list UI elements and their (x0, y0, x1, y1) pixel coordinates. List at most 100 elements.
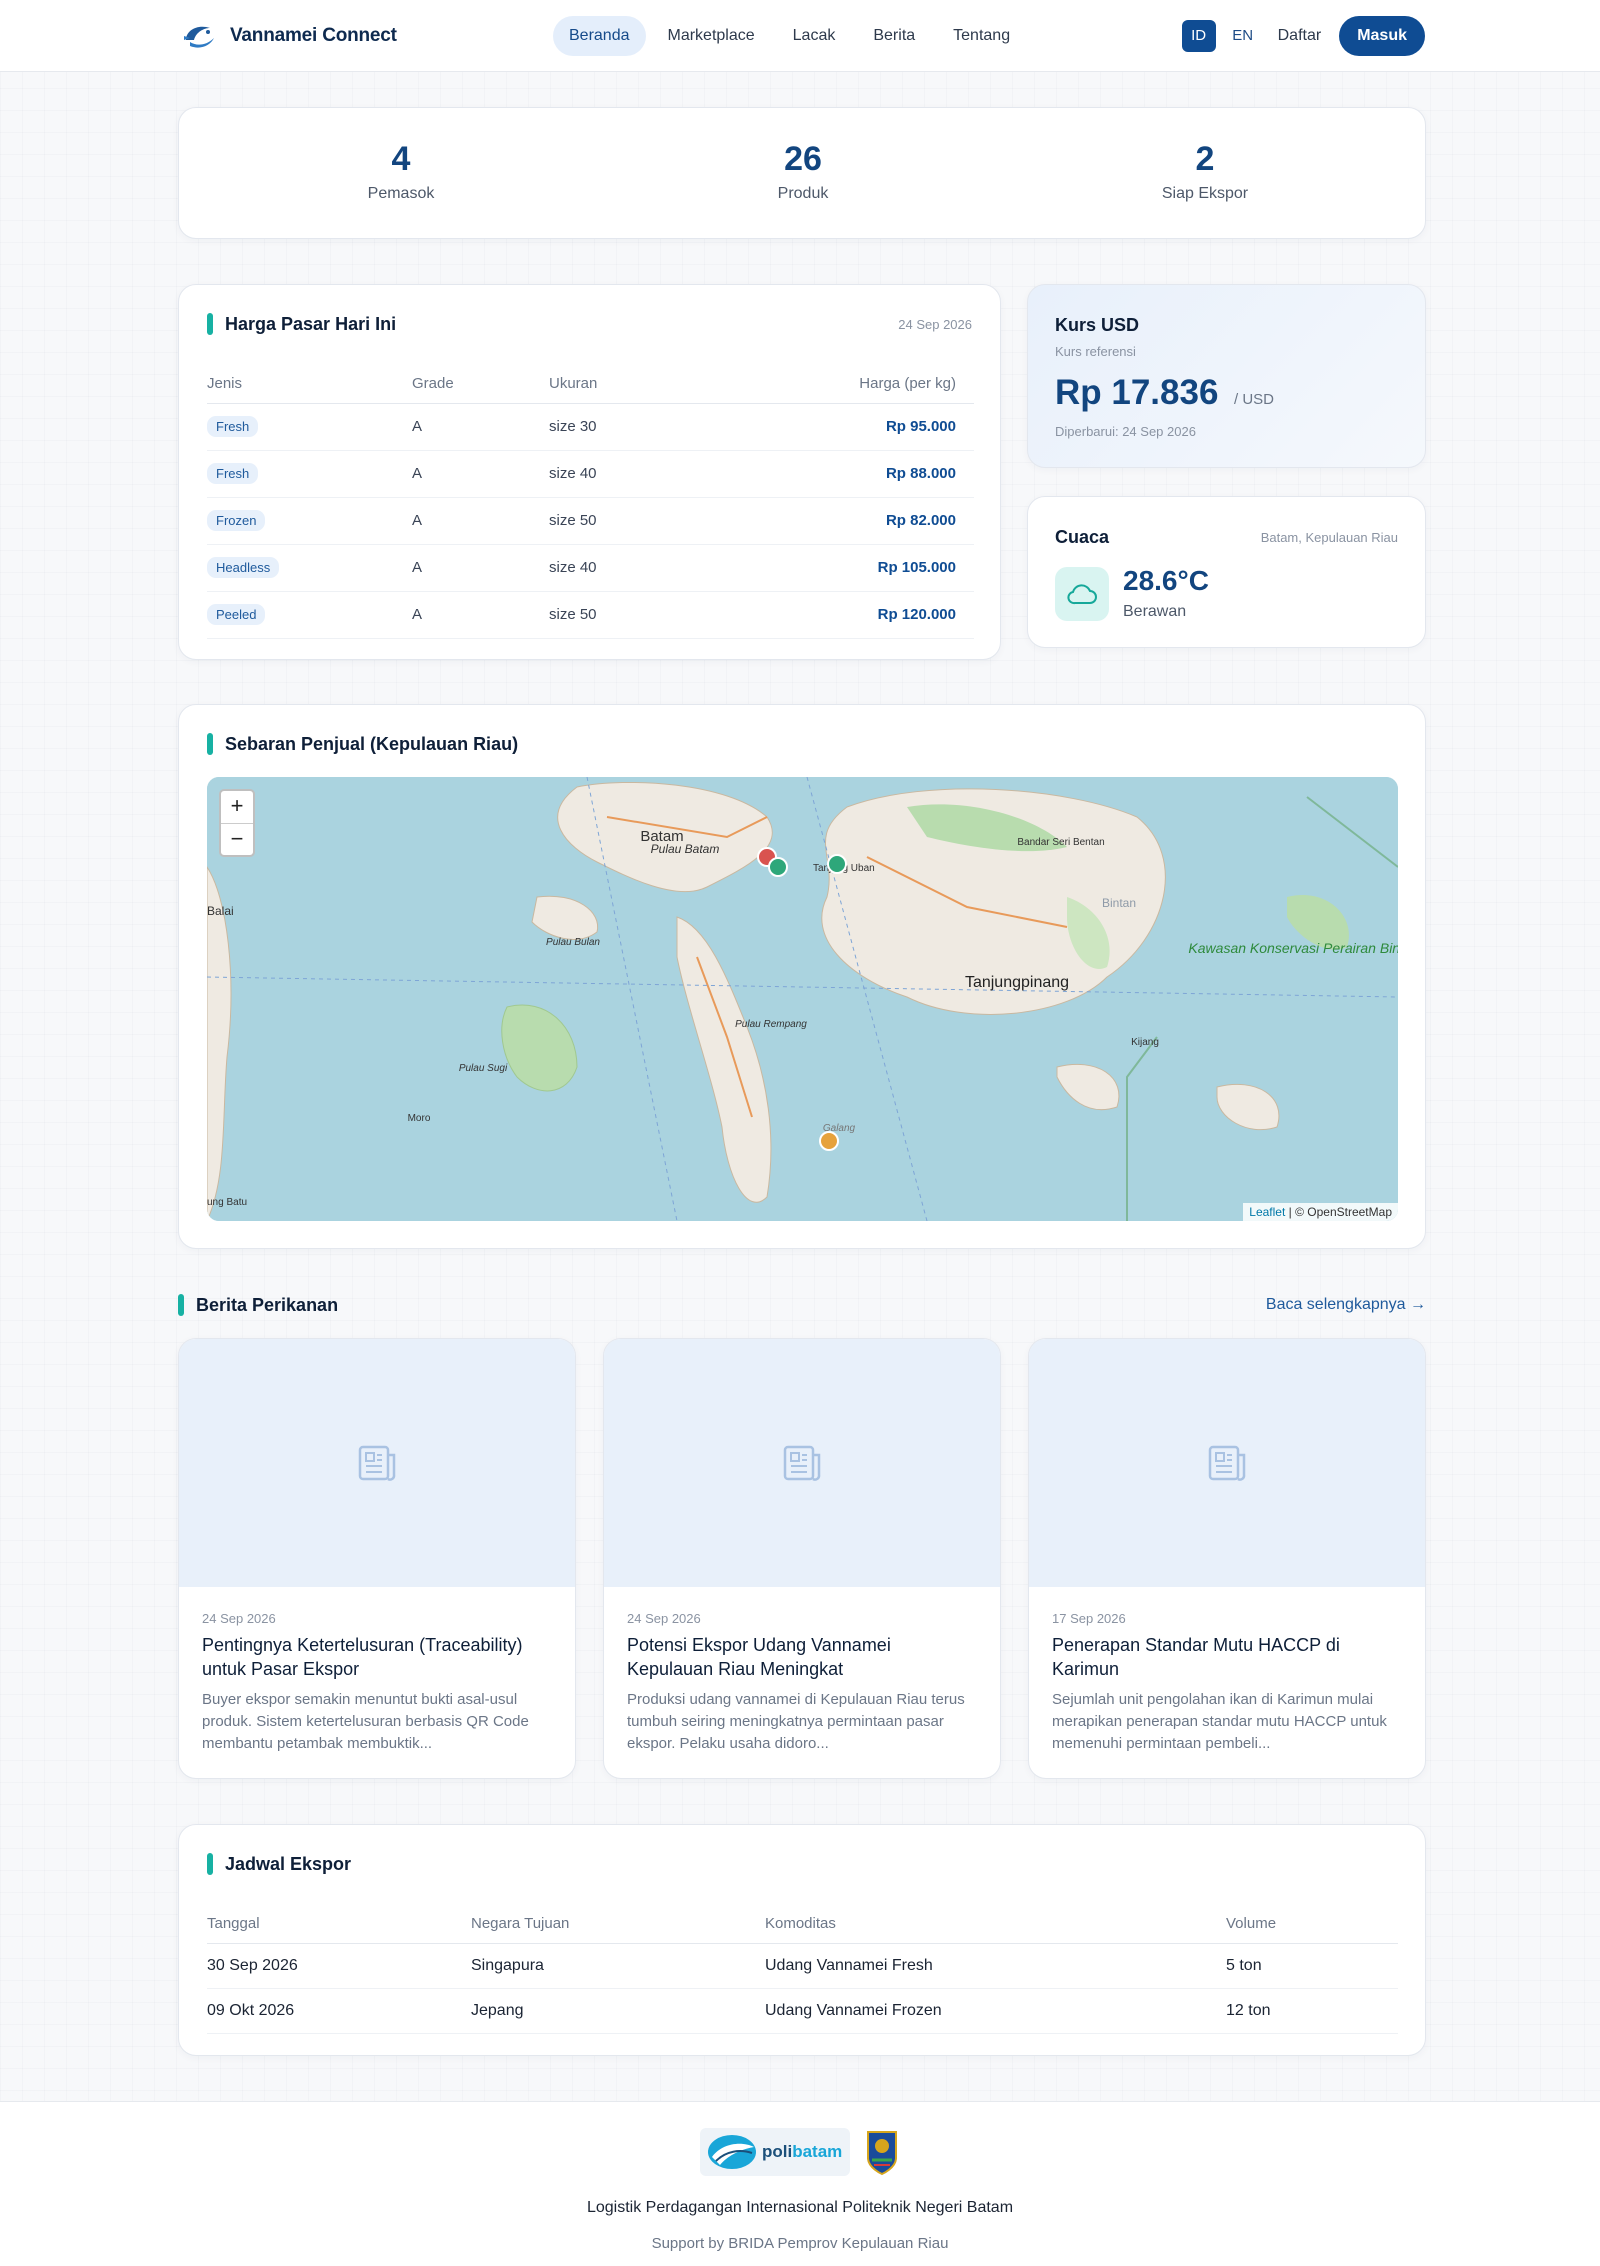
weather-temperature: 28.6°C (1123, 565, 1209, 596)
seller-map-card: Sebaran Penjual (Kepulauan Riau) Batam P… (178, 704, 1426, 1249)
lang-en-button[interactable]: EN (1226, 20, 1260, 52)
menu-item-marketplace[interactable]: Marketplace (652, 16, 771, 56)
grade-cell: A (412, 497, 549, 545)
map-label: Tanjungpinang (965, 974, 1069, 991)
exchange-rate-subtitle: Kurs referensi (1055, 344, 1136, 359)
seller-map-title-text: Sebaran Penjual (Kepulauan Riau) (225, 733, 519, 754)
menu-item-beranda[interactable]: Beranda (553, 16, 646, 56)
seller-map[interactable]: Batam Pulau Batam Tanjungpinang Pulau Bu… (207, 777, 1398, 1221)
table-row: Fresh A size 30 Rp 95.000 (207, 403, 974, 451)
col-negara: Negara Tujuan (471, 1905, 765, 1944)
news-excerpt: Produksi udang vannamei di Kepulauan Ria… (627, 1691, 965, 1752)
exchange-rate-value: Rp 17.836 (1055, 373, 1219, 412)
seller-marker[interactable] (819, 1131, 839, 1151)
product-type-badge: Headless (207, 557, 280, 578)
news-headline[interactable]: Penerapan Standar Mutu HACCP di Karimun (1052, 1633, 1405, 1681)
seller-marker[interactable] (768, 857, 788, 877)
size-cell: size 50 (549, 497, 729, 545)
stat-siap-ekspor: 2 Siap Ekspor (1085, 140, 1325, 203)
stat-label: Produk (777, 185, 829, 202)
menu-item-berita[interactable]: Berita (857, 16, 931, 56)
lang-id-button[interactable]: ID (1181, 20, 1216, 52)
market-price-title-text: Harga Pasar Hari Ini (225, 313, 397, 334)
export-schedule-card: Jadwal Ekspor Tanggal Negara Tujuan Komo… (178, 1824, 1426, 2056)
register-link[interactable]: Daftar (1270, 27, 1330, 45)
news-title: Berita Perikanan (178, 1294, 1426, 1316)
zoom-out-button[interactable]: − (221, 823, 253, 855)
table-row: 30 Sep 2026 Singapura Udang Vannamei Fre… (207, 1943, 1398, 1989)
map-label: Bintan (1102, 896, 1136, 910)
top-navbar: Vannamei Connect Beranda Marketplace Lac… (0, 0, 1600, 72)
news-thumbnail (179, 1339, 575, 1587)
grade-cell: A (412, 591, 549, 639)
menu-item-tentang[interactable]: Tentang (937, 16, 1026, 56)
footer-support: Support by BRIDA Pemprov Kepulauan Riau (651, 2235, 949, 2252)
news-excerpt: Sejumlah unit pengolahan ikan di Karimun… (1052, 1691, 1387, 1752)
accent-bar (207, 1853, 213, 1875)
news-card[interactable]: 24 Sep 2026 Potensi Ekspor Udang Vanname… (603, 1338, 1001, 1779)
menu-item-lacak[interactable]: Lacak (777, 16, 852, 56)
price-cell: Rp 88.000 (729, 450, 974, 498)
logo-text-b: batam (792, 2142, 843, 2161)
market-price-card: Harga Pasar Hari Ini 24 Sep 2026 Jenis G… (178, 284, 1001, 660)
size-cell: size 50 (549, 591, 729, 639)
login-button[interactable]: Masuk (1339, 16, 1425, 56)
newspaper-icon (1208, 1445, 1246, 1481)
stat-label: Pemasok (367, 185, 435, 202)
polibatam-wordmark: polibatam (762, 2142, 842, 2162)
seller-marker[interactable] (827, 854, 847, 874)
country-cell: Jepang (471, 1988, 765, 2034)
exchange-rate-card: Kurs USD Kurs referensi Rp 17.836 / USD … (1027, 284, 1426, 468)
map-label: Kawasan Konservasi Perairan Bintan (1188, 940, 1398, 956)
export-schedule-title-text: Jadwal Ekspor (225, 1853, 352, 1874)
exchange-rate-unit: / USD (1234, 391, 1275, 408)
col-volume: Volume (1226, 1905, 1398, 1944)
product-type-badge: Fresh (207, 416, 259, 437)
footer-institution: Logistik Perdagangan Internasional Polit… (586, 2199, 1014, 2216)
polibatam-swirl-icon (708, 2135, 756, 2169)
read-more-link[interactable]: Baca selengkapnya → (1266, 1296, 1426, 1314)
accent-bar (207, 733, 213, 755)
news-excerpt: Buyer ekspor semakin menuntut bukti asal… (202, 1691, 529, 1752)
map-attribution: Leaflet | © OpenStreetMap (1243, 1203, 1398, 1221)
leaflet-link[interactable]: Leaflet (1249, 1205, 1285, 1219)
news-date: 17 Sep 2026 (1052, 1611, 1126, 1626)
export-schedule-title: Jadwal Ekspor (207, 1853, 351, 1875)
size-cell: size 30 (549, 403, 729, 451)
brand[interactable]: Vannamei Connect (182, 20, 397, 52)
stat-value: 2 (1195, 140, 1215, 178)
market-price-title: Harga Pasar Hari Ini (207, 313, 972, 335)
news-card[interactable]: 24 Sep 2026 Pentingnya Ketertelusuran (T… (178, 1338, 576, 1779)
col-grade: Grade (412, 365, 549, 404)
main-menu: Beranda Marketplace Lacak Berita Tentang (553, 16, 1026, 56)
grade-cell: A (412, 450, 549, 498)
price-cell: Rp 120.000 (729, 591, 974, 639)
news-thumbnail (604, 1339, 1000, 1587)
accent-bar (178, 1294, 184, 1316)
stat-value: 4 (391, 140, 411, 178)
newspaper-icon (783, 1445, 821, 1481)
news-headline[interactable]: Pentingnya Ketertelusuran (Traceability)… (202, 1633, 555, 1681)
map-zoom-control: + − (219, 789, 255, 857)
news-card[interactable]: 17 Sep 2026 Penerapan Standar Mutu HACCP… (1028, 1338, 1426, 1779)
accent-bar (207, 313, 213, 335)
stat-pemasok: 4 Pemasok (281, 140, 521, 203)
cloud-icon (1055, 567, 1109, 621)
size-cell: size 40 (549, 544, 729, 592)
map-label: Pulau Sugi (459, 1063, 508, 1074)
news-date: 24 Sep 2026 (202, 1611, 276, 1626)
volume-cell: 5 ton (1226, 1943, 1398, 1989)
newspaper-icon (358, 1445, 396, 1481)
map-label: Pulau Bulan (546, 937, 600, 948)
col-jenis: Jenis (207, 365, 412, 404)
size-cell: size 40 (549, 450, 729, 498)
zoom-in-button[interactable]: + (221, 791, 253, 823)
news-headline[interactable]: Potensi Ekspor Udang Vannamei Kepulauan … (627, 1633, 980, 1681)
polibatam-logo: polibatam (700, 2128, 850, 2176)
weather-title: Cuaca (1055, 527, 1110, 547)
weather-card: Cuaca Batam, Kepulauan Riau 28.6°C Beraw… (1027, 496, 1426, 648)
map-label: Pulau Rempang (735, 1019, 807, 1030)
product-type-badge: Peeled (207, 604, 266, 625)
map-label: Kijang (1131, 1037, 1159, 1048)
commodity-cell: Udang Vannamei Fresh (765, 1943, 1226, 1989)
